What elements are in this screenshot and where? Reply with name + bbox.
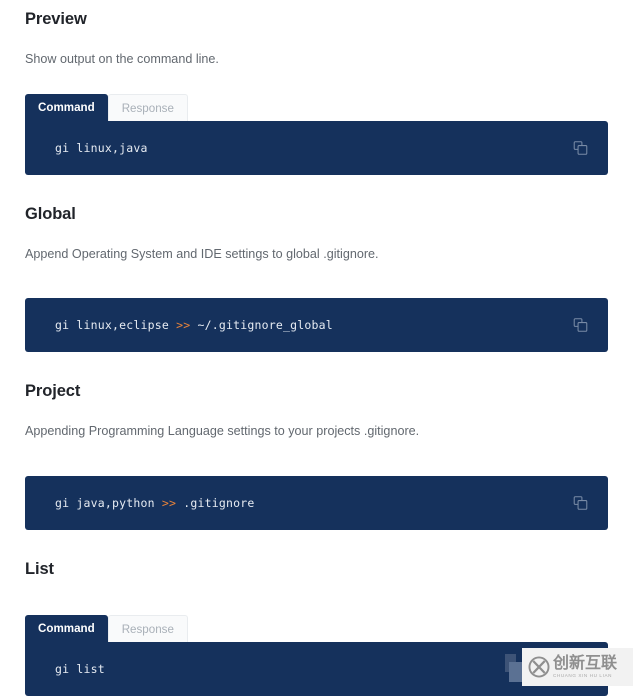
documentation-page: Preview Show output on the command line.… [0, 0, 633, 696]
command-prefix: gi linux,java [55, 140, 148, 155]
section-description-global: Append Operating System and IDE settings… [25, 246, 379, 261]
command-suffix: .gitignore [176, 495, 255, 510]
command-text-list: gi list [55, 662, 105, 676]
command-suffix: ~/.gitignore_global [190, 318, 333, 333]
copy-icon[interactable] [573, 140, 588, 155]
command-text-project: gi java,python >> .gitignore [55, 496, 254, 510]
tab-bar-preview: Command Response [25, 93, 608, 121]
tab-bar-list: Command Response [25, 614, 608, 642]
copy-icon[interactable] [573, 318, 588, 333]
section-heading-preview: Preview [25, 10, 87, 28]
command-operator: >> [176, 318, 191, 333]
copy-icon[interactable] [573, 495, 588, 510]
command-prefix: gi linux,eclipse [55, 318, 177, 333]
section-heading-list: List [25, 559, 54, 578]
section-heading-project: Project [25, 382, 81, 401]
command-prefix: gi java,python [55, 495, 162, 510]
tab-command-list[interactable]: Command [25, 614, 108, 642]
section-heading-global: Global [25, 204, 76, 223]
tab-response-preview[interactable]: Response [107, 93, 188, 121]
code-block-global: gi linux,eclipse >> ~/.gitignore_global [25, 298, 608, 353]
command-text-global: gi linux,eclipse >> ~/.gitignore_global [55, 318, 333, 332]
section-description-project: Appending Programming Language settings … [25, 424, 420, 439]
code-block-project: gi java,python >> .gitignore [25, 475, 608, 530]
command-prefix: gi list [55, 661, 105, 676]
command-text-preview: gi linux,java [55, 141, 148, 155]
tab-response-list[interactable]: Response [107, 614, 188, 642]
code-block-preview: gi linux,java [25, 120, 608, 175]
code-block-list: gi list [25, 641, 608, 696]
tab-command-preview[interactable]: Command [25, 93, 108, 121]
command-operator: >> [161, 495, 177, 510]
section-description-preview: Show output on the command line. [25, 52, 219, 66]
